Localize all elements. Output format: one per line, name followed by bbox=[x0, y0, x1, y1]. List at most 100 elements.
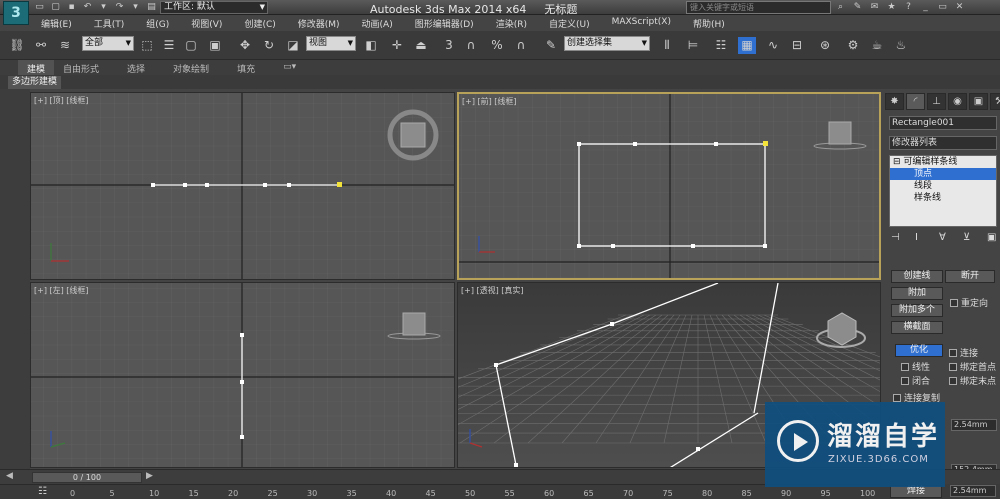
select-object-icon[interactable]: ⬚ bbox=[138, 37, 156, 54]
select-by-name-icon[interactable]: ☰ bbox=[160, 37, 178, 54]
closed-checkbox[interactable]: 闭合 bbox=[901, 374, 930, 387]
viewport-label[interactable]: [+] [前] [线框] bbox=[462, 96, 517, 107]
make-unique-icon[interactable]: ∀ bbox=[939, 232, 953, 244]
app-logo-icon[interactable]: 3 bbox=[3, 1, 29, 25]
project-folder-icon[interactable]: ▤ bbox=[145, 1, 158, 13]
redo-icon[interactable]: ↷ bbox=[113, 1, 126, 13]
modifier-list-select[interactable]: 修改器列表 bbox=[889, 136, 997, 150]
save-icon[interactable]: ▪ bbox=[65, 1, 78, 13]
menu-views[interactable]: 视图(V) bbox=[180, 15, 233, 31]
create-panel-icon[interactable]: ✸ bbox=[885, 93, 904, 110]
viewport-top[interactable]: [+] [顶] [线框] bbox=[30, 92, 455, 280]
attach-button[interactable]: 附加 bbox=[891, 287, 943, 300]
viewport-left[interactable]: [+] [左] [线框] bbox=[30, 282, 455, 468]
viewport-label[interactable]: [+] [透视] [真实] bbox=[461, 285, 524, 296]
schematic-view-icon[interactable]: ⊟ bbox=[788, 37, 806, 54]
layer-manager-icon[interactable]: ☷ bbox=[712, 37, 730, 54]
minimize-icon[interactable]: _ bbox=[919, 1, 932, 13]
bind-last-checkbox[interactable]: 绑定末点 bbox=[949, 374, 996, 387]
attach-multiple-button[interactable]: 附加多个 bbox=[891, 304, 943, 317]
subscription-icon[interactable]: ✎ bbox=[851, 1, 864, 13]
connect-checkbox[interactable]: 连接 bbox=[949, 346, 978, 359]
menu-maxscript[interactable]: MAXScript(X) bbox=[601, 15, 682, 31]
percent-snap-icon[interactable]: % bbox=[488, 37, 506, 54]
tab-populate[interactable]: 填充 bbox=[228, 60, 264, 75]
linear-checkbox[interactable]: 线性 bbox=[901, 360, 930, 373]
snaps-toggle-icon[interactable]: 3 bbox=[440, 37, 458, 54]
angle-snap-icon[interactable]: ∩ bbox=[462, 37, 480, 54]
undo-icon[interactable]: ↶ bbox=[81, 1, 94, 13]
menu-edit[interactable]: 编辑(E) bbox=[30, 15, 83, 31]
align-icon[interactable]: ⊨ bbox=[684, 37, 702, 54]
keyboard-shortcut-override-icon[interactable]: ⏏ bbox=[412, 37, 430, 54]
time-prev-icon[interactable]: ◀ bbox=[6, 471, 13, 481]
threshold-spinner[interactable]: 2.54mm bbox=[951, 419, 997, 431]
stack-item-editable-spline[interactable]: ⊟ 可编辑样条线 bbox=[890, 156, 996, 168]
rect-selection-region-icon[interactable]: ▢ bbox=[182, 37, 200, 54]
tab-modeling[interactable]: 建模 bbox=[18, 60, 55, 75]
reorient-checkbox[interactable]: 重定向 bbox=[950, 296, 988, 309]
pivot-center-icon[interactable]: ◧ bbox=[362, 37, 380, 54]
reference-coordinate-select[interactable]: 视图 ▼ bbox=[306, 36, 356, 51]
weld-threshold-spinner[interactable]: 2.54mm bbox=[950, 485, 996, 497]
cross-section-button[interactable]: 横截面 bbox=[891, 321, 943, 334]
modify-panel-icon[interactable]: ◜ bbox=[906, 93, 925, 110]
viewport-label[interactable]: [+] [顶] [线框] bbox=[34, 95, 89, 106]
named-selection-sets-select[interactable]: 创建选择集 ▼ bbox=[564, 36, 650, 51]
stack-item-vertex[interactable]: 顶点 bbox=[890, 168, 996, 180]
maximize-icon[interactable]: ▭ bbox=[936, 1, 949, 13]
menu-help[interactable]: 帮助(H) bbox=[682, 15, 736, 31]
menu-group[interactable]: 组(G) bbox=[135, 15, 180, 31]
workspace-select[interactable]: 工作区: 默认 ▼ bbox=[160, 1, 268, 14]
break-button[interactable]: 断开 bbox=[945, 270, 995, 283]
bind-first-checkbox[interactable]: 绑定首点 bbox=[949, 360, 996, 373]
menu-tools[interactable]: 工具(T) bbox=[83, 15, 136, 31]
move-icon[interactable]: ✥ bbox=[236, 37, 254, 54]
unlink-icon[interactable]: ⚯ bbox=[32, 37, 50, 54]
search-input[interactable]: 键入关键字或短语 bbox=[686, 1, 831, 14]
rendered-frame-window-icon[interactable]: ☕ bbox=[868, 37, 886, 54]
graphite-modeling-tools-icon[interactable]: ▦ bbox=[738, 37, 756, 54]
help-icon[interactable]: ? bbox=[902, 1, 915, 13]
stack-item-segment[interactable]: 线段 bbox=[890, 180, 996, 192]
curve-editor-icon[interactable]: ∿ bbox=[764, 37, 782, 54]
tab-selection[interactable]: 选择 bbox=[118, 60, 154, 75]
open-file-icon[interactable]: ▢ bbox=[49, 1, 62, 13]
window-crossing-icon[interactable]: ▣ bbox=[206, 37, 224, 54]
communication-icon[interactable]: ✉ bbox=[868, 1, 881, 13]
pin-stack-icon[interactable]: ⊣ bbox=[891, 232, 905, 244]
selection-filter-select[interactable]: 全部 ▼ bbox=[82, 36, 134, 51]
mini-curve-editor-icon[interactable]: ☷ bbox=[38, 486, 47, 497]
menu-animation[interactable]: 动画(A) bbox=[351, 15, 404, 31]
menu-graph-editors[interactable]: 图形编辑器(D) bbox=[404, 15, 485, 31]
refine-button[interactable]: 优化 bbox=[895, 344, 943, 357]
create-line-button[interactable]: 创建线 bbox=[891, 270, 943, 283]
redo-dropdown-icon[interactable]: ▾ bbox=[129, 1, 142, 13]
utilities-panel-icon[interactable]: ⚒ bbox=[990, 93, 1000, 110]
tab-freeform[interactable]: 自由形式 bbox=[54, 60, 108, 75]
render-production-icon[interactable]: ♨ bbox=[892, 37, 910, 54]
mirror-icon[interactable]: ⫴ bbox=[658, 37, 676, 54]
render-setup-icon[interactable]: ⚙ bbox=[844, 37, 862, 54]
bind-space-warp-icon[interactable]: ≋ bbox=[56, 37, 74, 54]
remove-modifier-icon[interactable]: ⊻ bbox=[963, 232, 977, 244]
edit-named-selection-icon[interactable]: ✎ bbox=[542, 37, 560, 54]
time-slider[interactable]: 0 / 100 bbox=[32, 472, 142, 483]
menu-rendering[interactable]: 渲染(R) bbox=[485, 15, 538, 31]
stack-item-spline[interactable]: 样条线 bbox=[890, 192, 996, 204]
menu-modifiers[interactable]: 修改器(M) bbox=[287, 15, 351, 31]
menu-create[interactable]: 创建(C) bbox=[233, 15, 286, 31]
favorites-icon[interactable]: ★ bbox=[885, 1, 898, 13]
undo-dropdown-icon[interactable]: ▾ bbox=[97, 1, 110, 13]
material-editor-icon[interactable]: ⊛ bbox=[816, 37, 834, 54]
viewport-front[interactable]: [+] [前] [线框] bbox=[457, 92, 881, 280]
time-next-icon[interactable]: ▶ bbox=[146, 471, 153, 481]
display-panel-icon[interactable]: ▣ bbox=[969, 93, 988, 110]
menu-customize[interactable]: 自定义(U) bbox=[538, 15, 601, 31]
link-icon[interactable]: ⛓ bbox=[8, 37, 26, 54]
tab-object-paint[interactable]: 对象绘制 bbox=[164, 60, 218, 75]
rotate-icon[interactable]: ↻ bbox=[260, 37, 278, 54]
new-file-icon[interactable]: ▭ bbox=[33, 1, 46, 13]
close-icon[interactable]: ✕ bbox=[953, 1, 966, 13]
configure-sets-icon[interactable]: ▣ bbox=[987, 232, 1000, 244]
